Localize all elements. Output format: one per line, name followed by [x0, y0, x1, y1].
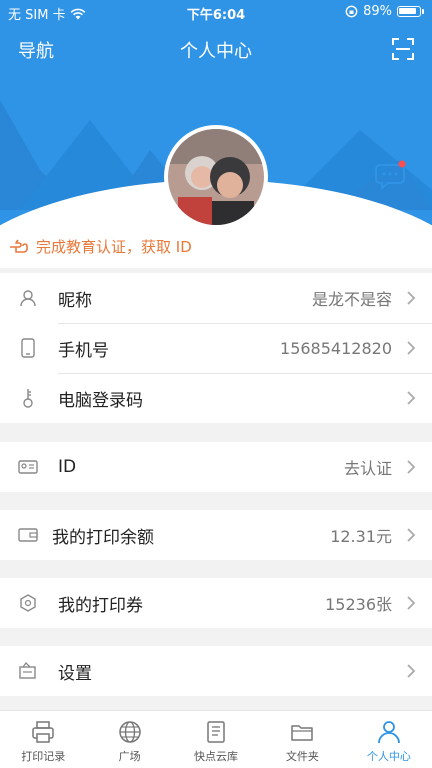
- tab-folder[interactable]: 文件夹: [259, 711, 345, 768]
- balance-group: 我的打印余额 12.31元: [0, 510, 432, 560]
- orientation-lock-icon: [345, 5, 358, 18]
- page-title: 个人中心: [180, 41, 252, 62]
- row-pc-login-code[interactable]: 电脑登录码: [0, 373, 432, 423]
- id-card-icon: [18, 457, 38, 477]
- globe-icon: [118, 721, 141, 743]
- person-icon: [377, 721, 400, 744]
- tab-personal-center[interactable]: 个人中心: [346, 711, 432, 768]
- settings-icon: [18, 661, 38, 681]
- nav-bar: 导航 个人中心: [0, 28, 432, 68]
- message-icon[interactable]: [374, 160, 406, 190]
- row-value: 去认证: [343, 459, 392, 478]
- coupon-icon: [18, 593, 38, 613]
- row-label: 昵称: [58, 290, 92, 311]
- coupon-group: 我的打印券 15236张: [0, 578, 432, 628]
- user-icon: [18, 288, 38, 308]
- tab-cloud-library[interactable]: 快点云库: [173, 711, 259, 768]
- tab-label: 广场: [118, 750, 141, 763]
- row-phone[interactable]: 手机号 15685412820: [0, 323, 432, 373]
- phone-icon: [18, 338, 38, 358]
- chevron-right-icon: [407, 596, 416, 610]
- chevron-right-icon: [407, 664, 416, 678]
- tab-plaza[interactable]: 广场: [86, 711, 172, 768]
- tab-label: 文件夹: [285, 750, 319, 763]
- row-settings[interactable]: 设置: [0, 646, 432, 696]
- avatar-photo: [168, 129, 264, 225]
- battery-icon: [397, 6, 421, 17]
- nav-button[interactable]: 导航: [18, 37, 54, 63]
- row-value: 是龙不是容: [311, 290, 392, 309]
- chevron-right-icon: [407, 460, 416, 474]
- printer-icon: [32, 721, 54, 743]
- avatar[interactable]: [164, 125, 268, 229]
- status-bar: 无 SIM 卡 下午6:04 89%: [0, 0, 432, 24]
- row-label: 手机号: [58, 340, 109, 361]
- settings-group: 设置: [0, 646, 432, 696]
- key-icon: [18, 388, 38, 408]
- chevron-right-icon: [407, 528, 416, 542]
- tab-label: 打印记录: [21, 750, 66, 763]
- id-group: ID 去认证: [0, 442, 432, 492]
- pointing-hand-icon: [10, 239, 28, 253]
- row-print-coupon[interactable]: 我的打印券 15236张: [0, 578, 432, 628]
- row-label: 我的打印券: [58, 595, 143, 616]
- tab-label: 快点云库: [194, 750, 239, 763]
- row-value: 15236张: [325, 595, 392, 614]
- row-label: 我的打印余额: [52, 527, 154, 548]
- row-value: 12.31元: [330, 527, 392, 546]
- folder-icon: [291, 725, 314, 741]
- edu-banner-text: 完成教育认证，获取 ID: [36, 237, 192, 256]
- profile-group: 昵称 是龙不是容 手机号 15685412820 电脑登录码: [0, 273, 432, 423]
- tab-label: 个人中心: [366, 750, 411, 763]
- battery-tip: [422, 9, 424, 14]
- chevron-right-icon: [407, 291, 416, 305]
- chevron-right-icon: [407, 341, 416, 355]
- row-id[interactable]: ID 去认证: [0, 442, 432, 492]
- edu-verification-banner[interactable]: 完成教育认证，获取 ID: [0, 228, 432, 264]
- row-label: 设置: [58, 663, 92, 684]
- row-print-balance[interactable]: 我的打印余额 12.31元: [0, 510, 432, 560]
- unread-badge: [398, 160, 406, 168]
- chevron-right-icon: [407, 391, 416, 405]
- row-nickname[interactable]: 昵称 是龙不是容: [0, 273, 432, 323]
- document-icon: [207, 721, 225, 743]
- row-label: 电脑登录码: [58, 390, 143, 411]
- tab-print-records[interactable]: 打印记录: [0, 711, 86, 768]
- battery-percent: 89%: [363, 4, 392, 19]
- scan-icon[interactable]: [392, 38, 414, 60]
- wallet-icon: [18, 525, 38, 545]
- tab-bar: 打印记录 广场 快点云库 文件夹 个人中心: [0, 710, 432, 768]
- row-value: 15685412820: [280, 338, 392, 358]
- row-label: ID: [58, 457, 77, 477]
